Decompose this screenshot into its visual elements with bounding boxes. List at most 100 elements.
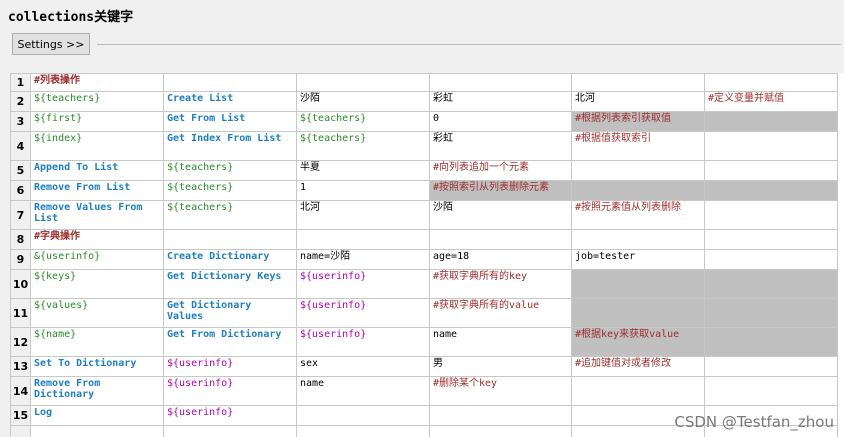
table-cell[interactable]: ${userinfo}	[163, 376, 297, 406]
table-cell[interactable]: name	[429, 327, 572, 357]
table-cell[interactable]: ${teachers}	[163, 160, 297, 181]
table-cell[interactable]	[571, 73, 705, 92]
table-cell[interactable]: 彩虹	[429, 131, 572, 161]
table-cell[interactable]: #按照元素值从列表删除	[571, 200, 705, 230]
row-number[interactable]: 12	[10, 327, 31, 357]
table-cell[interactable]: Set To Dictionary	[30, 356, 164, 377]
table-cell[interactable]: 北河	[571, 91, 705, 112]
table-cell[interactable]: ${teachers}	[163, 180, 297, 201]
table-cell[interactable]: Remove From Dictionary	[30, 376, 164, 406]
table-cell[interactable]: 男	[429, 356, 572, 377]
table-cell[interactable]: 北河	[296, 200, 430, 230]
table-cell[interactable]	[296, 229, 430, 250]
table-cell[interactable]: &{userinfo}	[30, 249, 164, 270]
table-cell[interactable]	[296, 425, 430, 437]
table-cell[interactable]: ${userinfo}	[296, 298, 430, 328]
row-number[interactable]: 6	[10, 180, 31, 201]
table-cell[interactable]	[571, 229, 705, 250]
table-cell[interactable]: ${name}	[30, 327, 164, 357]
table-cell[interactable]: ${userinfo}	[296, 327, 430, 357]
table-cell[interactable]	[704, 200, 838, 230]
table-cell[interactable]	[704, 249, 838, 270]
row-number[interactable]: 2	[10, 91, 31, 112]
row-number[interactable]: 10	[10, 269, 31, 299]
table-cell[interactable]: sex	[296, 356, 430, 377]
table-cell[interactable]: Get From List	[163, 111, 297, 132]
table-cell[interactable]: age=18	[429, 249, 572, 270]
table-cell[interactable]: #根据值获取索引	[571, 131, 705, 161]
row-number[interactable]: 1	[10, 73, 31, 92]
table-cell[interactable]	[429, 425, 572, 437]
table-cell[interactable]	[704, 180, 838, 201]
table-cell[interactable]	[571, 160, 705, 181]
row-number[interactable]: 13	[10, 356, 31, 377]
table-cell[interactable]: #获取字典所有的value	[429, 298, 572, 328]
row-number[interactable]: 15	[10, 405, 31, 426]
table-cell[interactable]: #追加键值对或者修改	[571, 356, 705, 377]
table-cell[interactable]	[704, 376, 838, 406]
table-cell[interactable]: name	[296, 376, 430, 406]
table-cell[interactable]	[429, 405, 572, 426]
table-cell[interactable]	[704, 229, 838, 250]
table-cell[interactable]: #字典操作	[30, 229, 164, 250]
table-cell[interactable]: Remove Values From List	[30, 200, 164, 230]
row-number[interactable]: 14	[10, 376, 31, 406]
table-cell[interactable]	[704, 73, 838, 92]
table-cell[interactable]	[704, 298, 838, 328]
table-cell[interactable]: name=沙陌	[296, 249, 430, 270]
table-cell[interactable]	[296, 405, 430, 426]
table-cell[interactable]: ${teachers}	[30, 91, 164, 112]
table-cell[interactable]	[704, 356, 838, 377]
table-cell[interactable]	[429, 73, 572, 92]
table-cell[interactable]	[30, 425, 164, 437]
row-number[interactable]: 7	[10, 200, 31, 230]
table-cell[interactable]	[163, 229, 297, 250]
table-cell[interactable]	[704, 269, 838, 299]
table-cell[interactable]: Get Dictionary Keys	[163, 269, 297, 299]
table-cell[interactable]: Get Dictionary Values	[163, 298, 297, 328]
table-cell[interactable]: ${first}	[30, 111, 164, 132]
table-cell[interactable]: ${userinfo}	[296, 269, 430, 299]
table-cell[interactable]: Create List	[163, 91, 297, 112]
table-cell[interactable]: Log	[30, 405, 164, 426]
table-cell[interactable]	[571, 269, 705, 299]
settings-button[interactable]: Settings >>	[12, 33, 90, 55]
row-number[interactable]: 8	[10, 229, 31, 250]
table-cell[interactable]: 0	[429, 111, 572, 132]
table-cell[interactable]	[163, 425, 297, 437]
table-cell[interactable]: 1	[296, 180, 430, 201]
row-number[interactable]: 3	[10, 111, 31, 132]
table-cell[interactable]: #根据key来获取value	[571, 327, 705, 357]
table-cell[interactable]	[571, 376, 705, 406]
table-cell[interactable]: #列表操作	[30, 73, 164, 92]
table-cell[interactable]	[704, 111, 838, 132]
table-cell[interactable]: 沙陌	[296, 91, 430, 112]
table-cell[interactable]: #定义变量并赋值	[704, 91, 838, 112]
row-number[interactable]: 9	[10, 249, 31, 270]
table-cell[interactable]	[296, 73, 430, 92]
table-cell[interactable]	[571, 298, 705, 328]
table-cell[interactable]: Get From Dictionary	[163, 327, 297, 357]
table-cell[interactable]: ${index}	[30, 131, 164, 161]
table-cell[interactable]: ${teachers}	[296, 111, 430, 132]
table-cell[interactable]: ${userinfo}	[163, 356, 297, 377]
table-cell[interactable]	[704, 327, 838, 357]
table-cell[interactable]	[163, 73, 297, 92]
table-cell[interactable]: job=tester	[571, 249, 705, 270]
table-cell[interactable]: #根据列表索引获取值	[571, 111, 705, 132]
table-cell[interactable]	[704, 160, 838, 181]
table-cell[interactable]	[704, 131, 838, 161]
table-cell[interactable]	[571, 180, 705, 201]
row-number[interactable]: 5	[10, 160, 31, 181]
table-cell[interactable]	[429, 229, 572, 250]
table-cell[interactable]: 彩虹	[429, 91, 572, 112]
table-cell[interactable]: #删除某个key	[429, 376, 572, 406]
row-number[interactable]	[10, 425, 31, 437]
row-number[interactable]: 11	[10, 298, 31, 328]
table-cell[interactable]: Remove From List	[30, 180, 164, 201]
table-cell[interactable]: 沙陌	[429, 200, 572, 230]
table-cell[interactable]: #按照索引从列表删除元素	[429, 180, 572, 201]
table-cell[interactable]: #获取字典所有的key	[429, 269, 572, 299]
table-cell[interactable]: ${values}	[30, 298, 164, 328]
table-cell[interactable]: Get Index From List	[163, 131, 297, 161]
